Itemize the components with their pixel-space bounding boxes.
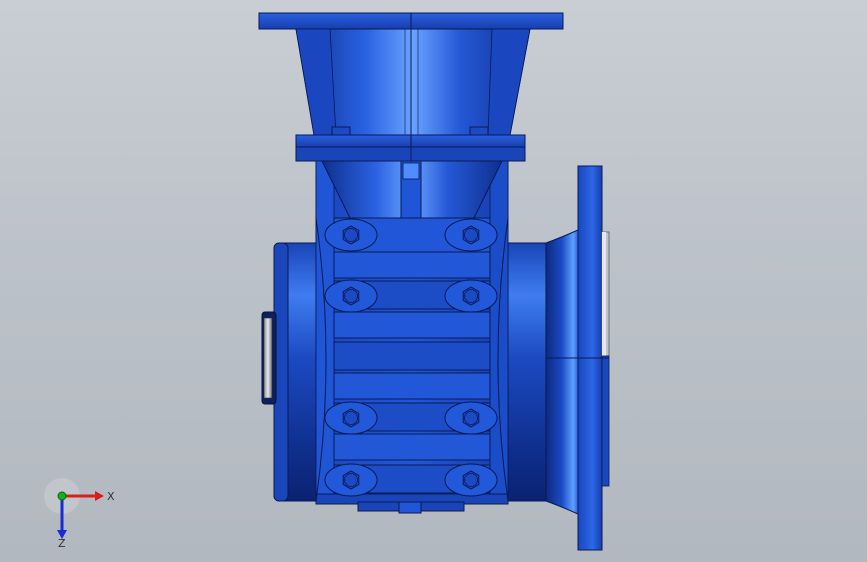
adapter-funnel[interactable] [295, 28, 531, 136]
z-axis-label: Z [58, 537, 66, 548]
rib-panel [333, 311, 491, 339]
rib-panel [333, 372, 491, 400]
top-flange[interactable] [258, 12, 564, 30]
rib-panel [333, 341, 491, 371]
middle-flange[interactable] [295, 134, 526, 162]
x-axis-label: X [107, 490, 115, 503]
axis-triad: X Y Z [44, 478, 115, 548]
body-ribs [333, 217, 491, 494]
rib-panel [333, 251, 491, 279]
graphics-viewport[interactable]: X Y Z [0, 0, 867, 562]
right-flange[interactable] [577, 165, 610, 551]
y-axis-dot [57, 491, 67, 501]
gearbox-model[interactable] [0, 0, 867, 562]
rib-panel [333, 433, 491, 461]
x-axis-arrow [95, 491, 104, 501]
